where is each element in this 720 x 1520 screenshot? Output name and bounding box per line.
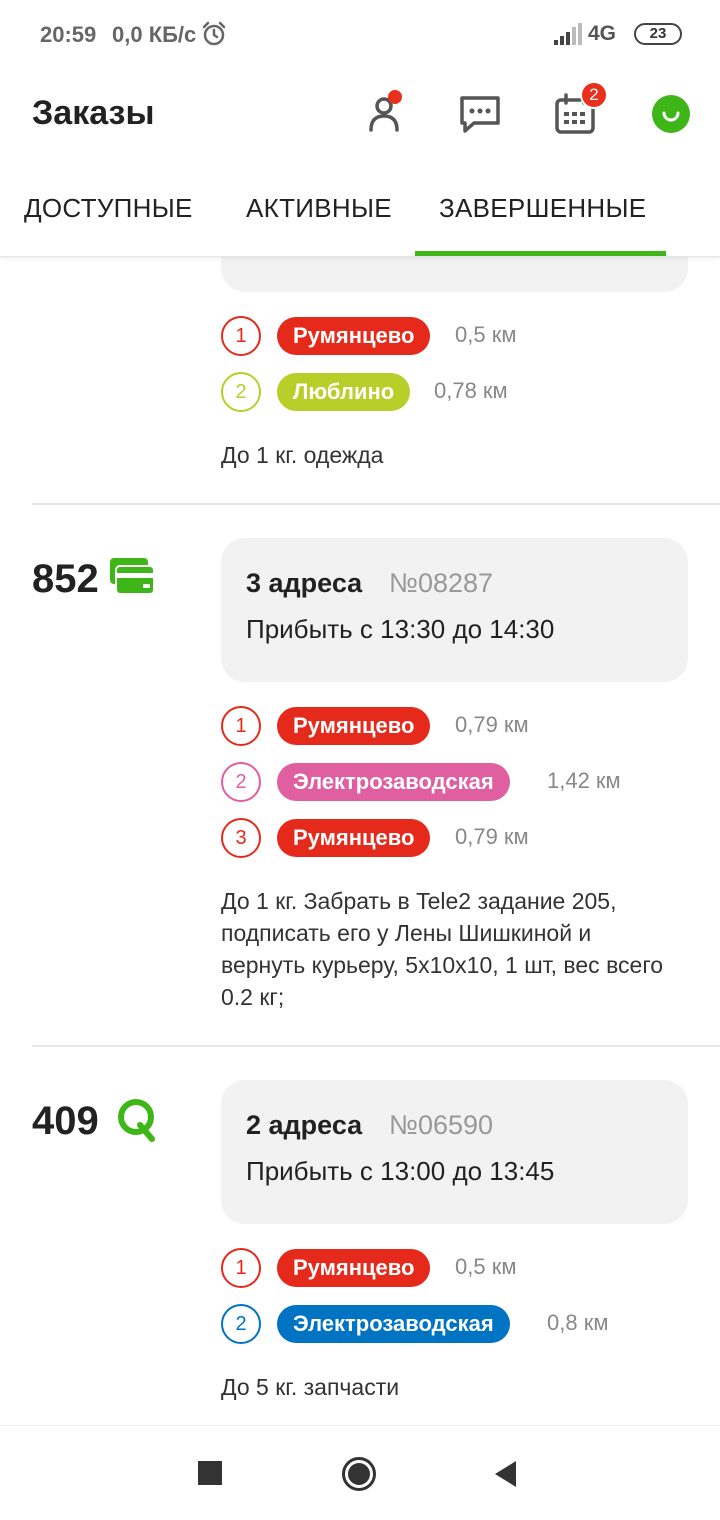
stop-distance: 0,79 км <box>455 712 529 737</box>
station-badge: Румянцево <box>277 819 431 857</box>
order-description: До 1 кг. Забрать в Tele2 задание 205, по… <box>221 888 663 1010</box>
app-header: Заказы <box>0 70 720 165</box>
stop-distance: 0,78 км <box>434 378 508 403</box>
order-info-box[interactable]: 3 адреса №08287 Прибыть с 13:30 до 14:30 <box>221 538 688 682</box>
stop-distance: 0,79 км <box>455 824 529 849</box>
order-number: №08287 <box>389 568 494 598</box>
divider <box>32 503 720 505</box>
card-icon <box>110 558 155 595</box>
order-price: 409 <box>32 1099 99 1143</box>
profile-notification-dot <box>388 90 402 104</box>
arrival-window: Прибыть с 13:30 до 14:30 <box>246 614 555 644</box>
stop-number: 2 <box>221 1304 261 1344</box>
station-badge: Румянцево <box>277 707 431 745</box>
alarm-icon <box>202 21 226 46</box>
stop-number: 2 <box>221 372 261 412</box>
station-badge: Румянцево <box>277 317 431 355</box>
order-description: До 5 кг. запчасти <box>221 1374 400 1400</box>
stop-distance: 0,5 км <box>455 322 517 347</box>
arrival-window: Прибыть с 13:00 до 13:45 <box>246 1156 555 1186</box>
order-number: №06590 <box>389 1110 494 1140</box>
signal-icon <box>554 23 582 45</box>
order-info-box[interactable]: 2 адреса №06590 Прибыть с 13:00 до 13:45 <box>221 1080 688 1224</box>
system-nav-bar <box>0 1425 720 1520</box>
address-count: 3 адреса <box>246 568 363 598</box>
qiwi-icon <box>118 1099 155 1142</box>
status-time: 20:59 <box>40 22 97 47</box>
divider <box>32 1045 720 1047</box>
tab-available[interactable]: ДОСТУПНЫЕ <box>24 193 193 224</box>
station-badge: Румянцево <box>277 1249 431 1287</box>
tab-bar: ДОСТУПНЫЕ АКТИВНЫЕ ЗАВЕРШЕННЫЕ <box>0 165 720 257</box>
smile-icon <box>662 111 680 122</box>
home-button[interactable] <box>341 1456 377 1492</box>
battery-icon: 23 <box>634 23 682 45</box>
stop-number: 1 <box>221 316 261 356</box>
orders-list[interactable]: 1 Румянцево 0,5 км 2 Люблино 0,78 км До … <box>0 257 720 1425</box>
calendar-badge: 2 <box>580 81 608 109</box>
page-title: Заказы <box>32 94 155 132</box>
chat-icon[interactable] <box>456 90 504 138</box>
order-price: 852 <box>32 557 99 601</box>
stop-distance: 1,42 км <box>547 768 621 793</box>
stop-distance: 0,5 км <box>455 1254 517 1279</box>
tab-active[interactable]: АКТИВНЫЕ <box>246 193 392 224</box>
tab-completed[interactable]: ЗАВЕРШЕННЫЕ <box>439 193 646 224</box>
station-badge: Электрозаводская <box>277 1305 510 1343</box>
status-bar: 20:59 0,0 КБ/с 4G 23 <box>0 0 720 70</box>
stop-distance: 0,8 км <box>547 1310 609 1335</box>
address-count: 2 адреса <box>246 1110 363 1140</box>
tab-indicator <box>415 251 666 256</box>
stop-number: 1 <box>221 706 261 746</box>
stop-number: 2 <box>221 762 261 802</box>
order-description: До 1 кг. одежда <box>221 442 384 468</box>
order-info-box[interactable] <box>221 257 688 292</box>
online-status-icon[interactable] <box>652 95 690 133</box>
recents-button[interactable] <box>198 1461 222 1485</box>
stop-number: 1 <box>221 1248 261 1288</box>
status-speed: 0,0 КБ/с <box>112 22 197 47</box>
back-button[interactable] <box>494 1460 518 1488</box>
station-badge: Люблино <box>277 373 411 411</box>
stop-number: 3 <box>221 818 261 858</box>
station-badge: Электрозаводская <box>277 763 510 801</box>
network-type: 4G <box>588 22 617 45</box>
